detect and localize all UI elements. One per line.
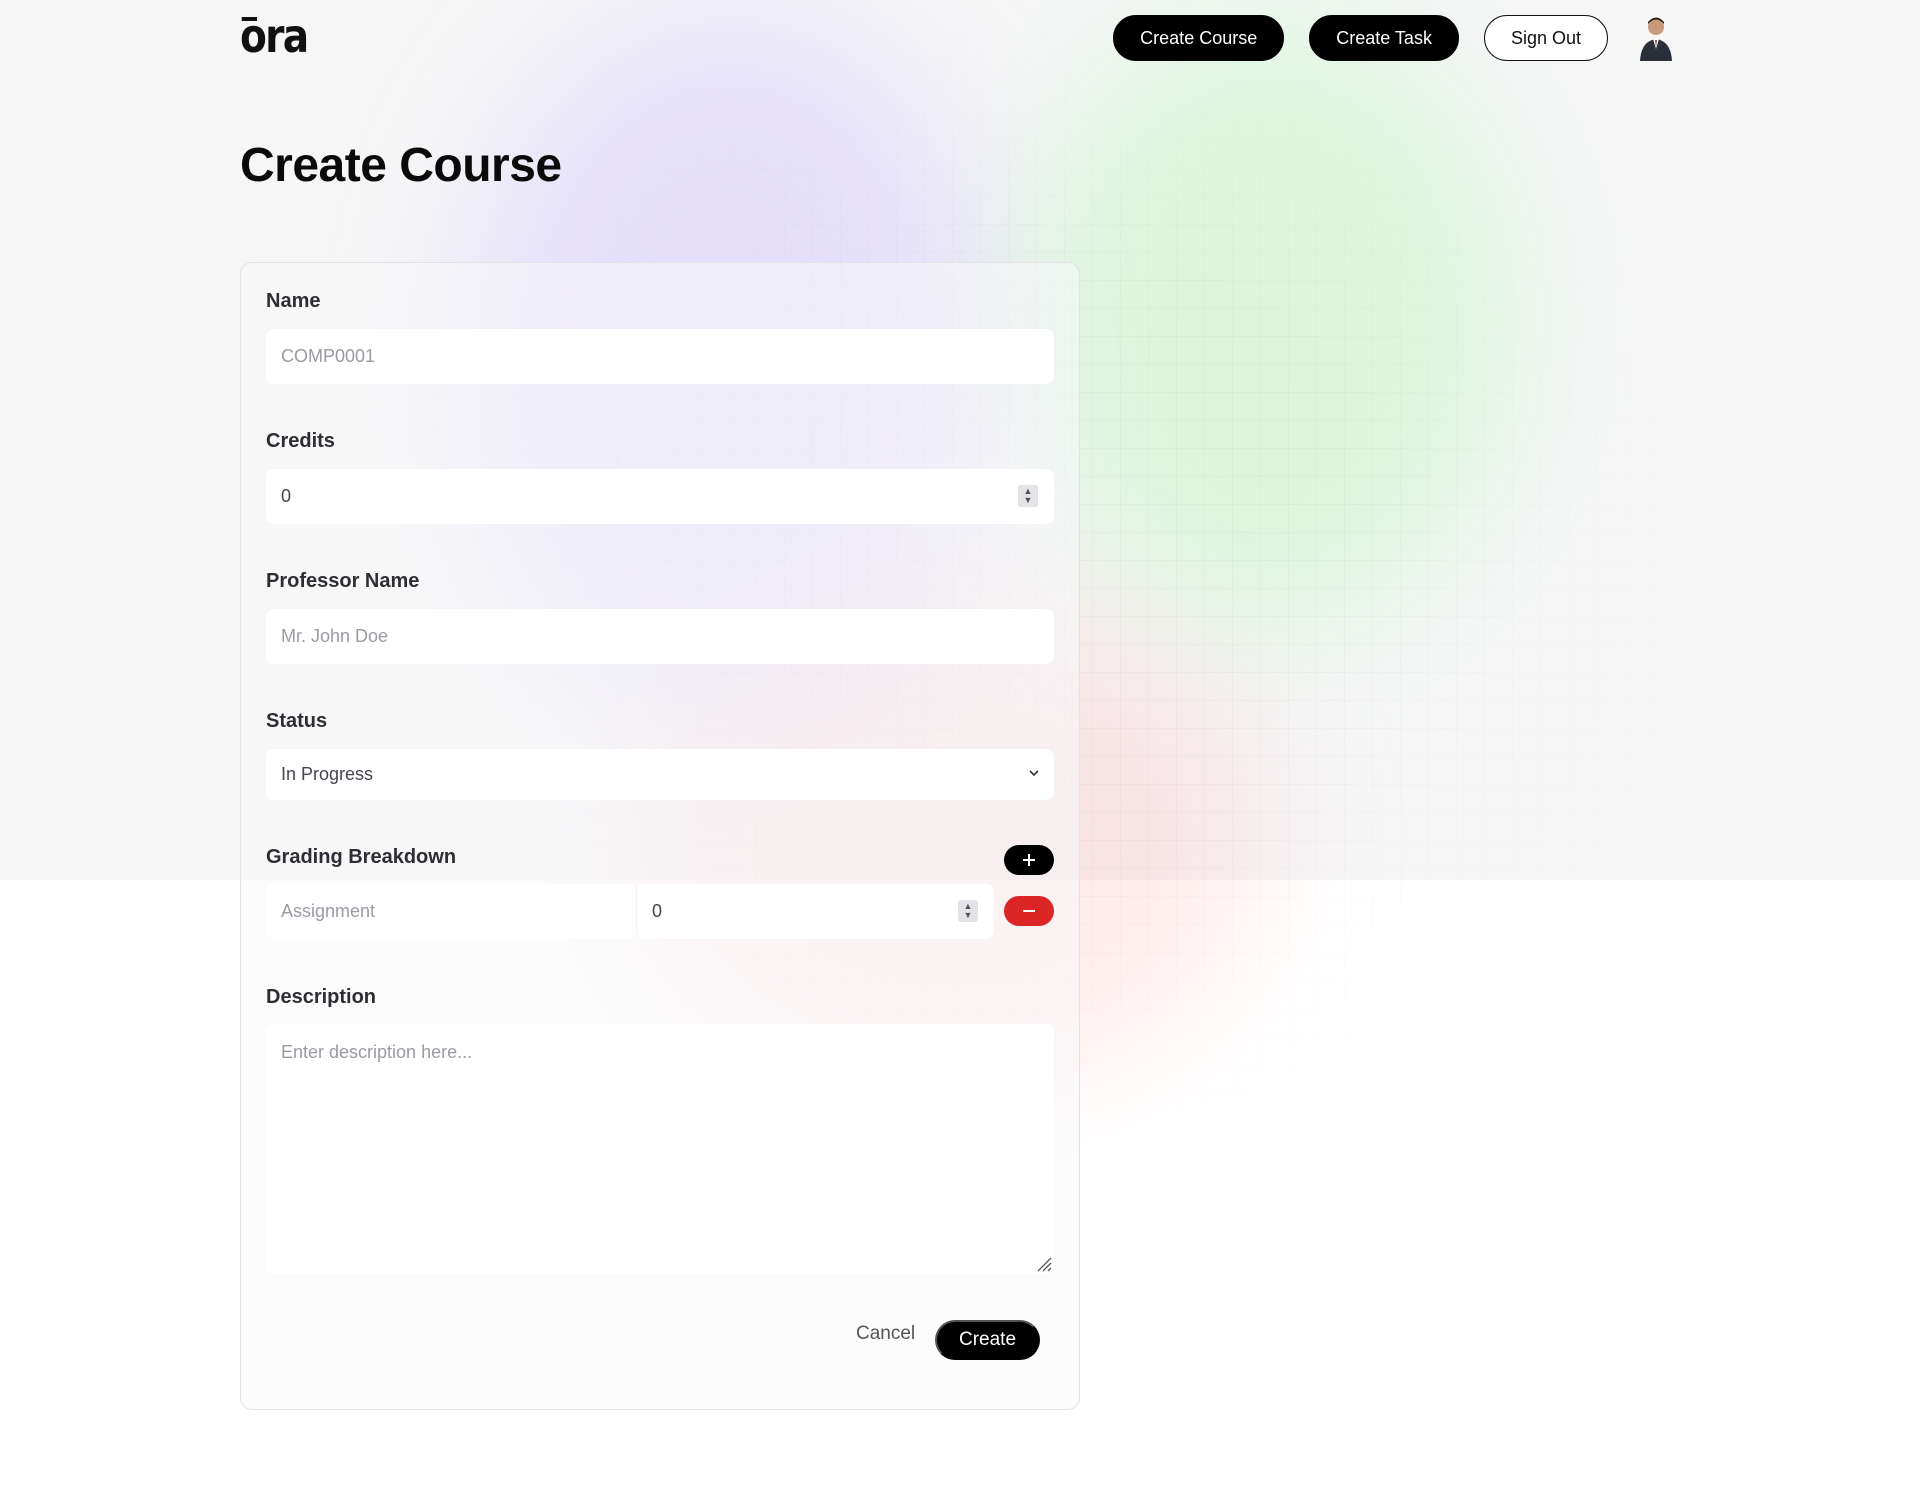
avatar-icon: [1640, 17, 1672, 61]
app-logo[interactable]: ora: [240, 13, 309, 59]
chevron-down-icon: [1028, 766, 1040, 782]
description-label: Description: [266, 986, 377, 1008]
status-label: Status: [266, 710, 328, 732]
add-grading-row-button[interactable]: [1004, 845, 1054, 875]
name-input[interactable]: COMP0001: [266, 329, 1054, 384]
description-placeholder: Enter description here...: [281, 1042, 473, 1062]
grading-row-weight-input[interactable]: 0 ▲ ▼: [636, 884, 994, 939]
credits-value: 0: [281, 486, 292, 506]
grading-row-weight-value: 0: [652, 901, 663, 921]
status-select[interactable]: In Progress: [266, 749, 1054, 800]
top-header: ora Create Course Create Task Sign Out: [240, 13, 1675, 62]
professor-name-input[interactable]: Mr. John Doe: [266, 609, 1054, 664]
resize-handle-icon[interactable]: [1034, 1254, 1052, 1272]
create-course-button[interactable]: Create Course: [1113, 15, 1285, 61]
credits-label: Credits: [266, 430, 335, 452]
grading-row-name-input[interactable]: Assignment: [266, 884, 636, 939]
name-label: Name: [266, 290, 321, 312]
status-selected-value: In Progress: [281, 764, 374, 784]
create-course-form: Name COMP0001 Credits 0 ▲ ▼ Professor Nam…: [240, 262, 1080, 1410]
remove-grading-row-button[interactable]: [1004, 896, 1054, 926]
credits-input[interactable]: 0 ▲ ▼: [266, 469, 1054, 524]
description-textarea[interactable]: Enter description here...: [266, 1024, 1054, 1274]
spinner-arrows-icon[interactable]: ▲ ▼: [1018, 485, 1038, 507]
page-title: Create Course: [240, 139, 562, 192]
grading-breakdown-label: Grading Breakdown: [266, 846, 457, 868]
cancel-button[interactable]: Cancel: [856, 1323, 915, 1345]
professor-name-label: Professor Name: [266, 570, 420, 592]
spinner-arrows-icon[interactable]: ▲ ▼: [958, 900, 978, 922]
minus-icon: [1023, 910, 1035, 912]
user-avatar[interactable]: [1637, 15, 1675, 61]
sign-out-button[interactable]: Sign Out: [1483, 15, 1608, 61]
header-nav: Create Course Create Task Sign Out: [1113, 15, 1675, 61]
plus-icon: [1023, 854, 1035, 866]
create-task-button[interactable]: Create Task: [1309, 15, 1459, 61]
create-button[interactable]: Create: [935, 1320, 1040, 1360]
